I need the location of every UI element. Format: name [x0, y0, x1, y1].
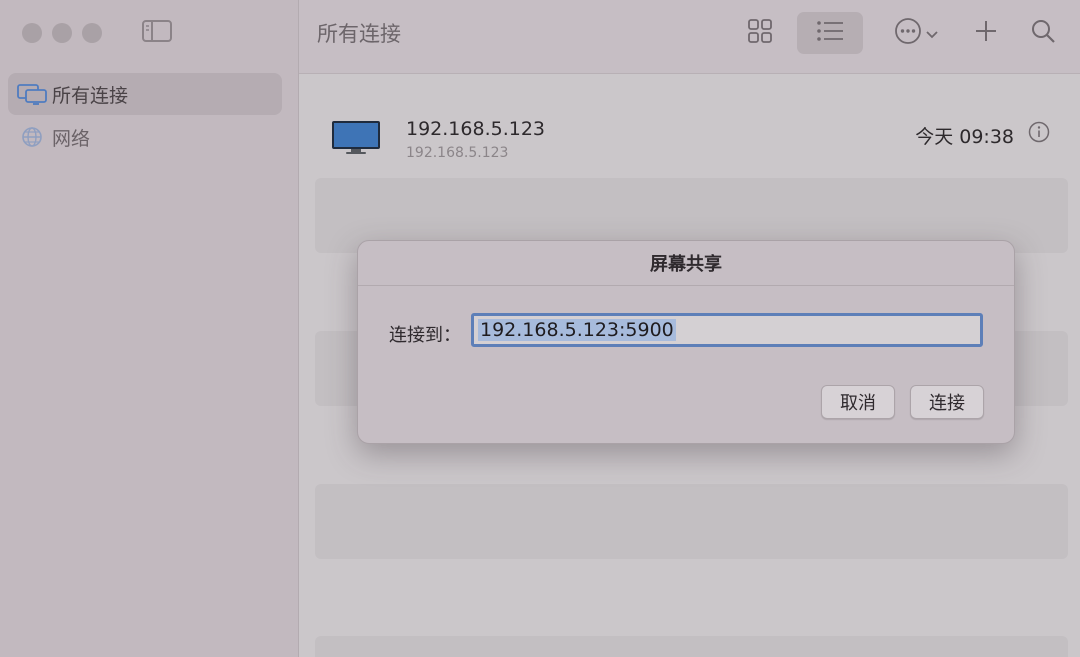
address-input[interactable]: 192.168.5.123:5900	[471, 313, 983, 347]
list-view-button[interactable]	[797, 12, 863, 54]
connection-row[interactable]: 192.168.5.123 192.168.5.123 今天 09:38	[299, 104, 1080, 170]
ellipsis-circle-icon	[894, 17, 922, 49]
search-icon	[1031, 19, 1055, 47]
search-button[interactable]	[1025, 12, 1061, 54]
list-item-placeholder	[315, 636, 1068, 657]
list-item-placeholder	[315, 484, 1068, 559]
dialog-title: 屏幕共享	[358, 241, 1014, 286]
sidebar-item-label: 网络	[52, 127, 91, 150]
close-window-button[interactable]	[22, 23, 42, 43]
monitor-icon	[331, 120, 381, 160]
chevron-down-icon	[926, 24, 938, 43]
list-icon	[816, 20, 844, 46]
info-icon[interactable]	[1028, 121, 1050, 147]
window-controls	[22, 23, 102, 43]
plus-icon	[975, 20, 997, 46]
toolbar: 所有连接	[299, 0, 1080, 74]
connect-to-label: 连接到：	[389, 325, 461, 346]
address-input-value: 192.168.5.123:5900	[478, 319, 676, 341]
page-title: 所有连接	[317, 22, 401, 46]
screens-icon	[17, 82, 47, 106]
connection-name: 192.168.5.123	[406, 118, 546, 140]
sidebar-item-network[interactable]: 网络	[8, 116, 282, 158]
sidebar-item-label: 所有连接	[52, 84, 129, 107]
sidebar: 所有连接 网络	[0, 0, 299, 657]
connection-address: 192.168.5.123	[406, 145, 509, 161]
add-connection-button[interactable]	[969, 12, 1003, 54]
zoom-window-button[interactable]	[82, 23, 102, 43]
more-actions-menu[interactable]	[887, 12, 945, 54]
connect-button[interactable]: 连接	[910, 385, 984, 419]
sidebar-item-all-connections[interactable]: 所有连接	[8, 73, 282, 115]
screen-sharing-dialog: 屏幕共享 连接到： 192.168.5.123:5900 取消 连接	[357, 240, 1015, 444]
sidebar-toggle-icon[interactable]	[142, 20, 172, 42]
minimize-window-button[interactable]	[52, 23, 72, 43]
grid-icon	[747, 18, 773, 48]
grid-view-button[interactable]	[739, 12, 781, 54]
globe-icon	[17, 125, 47, 149]
cancel-button[interactable]: 取消	[821, 385, 895, 419]
connection-time: 今天 09:38	[915, 126, 1014, 148]
